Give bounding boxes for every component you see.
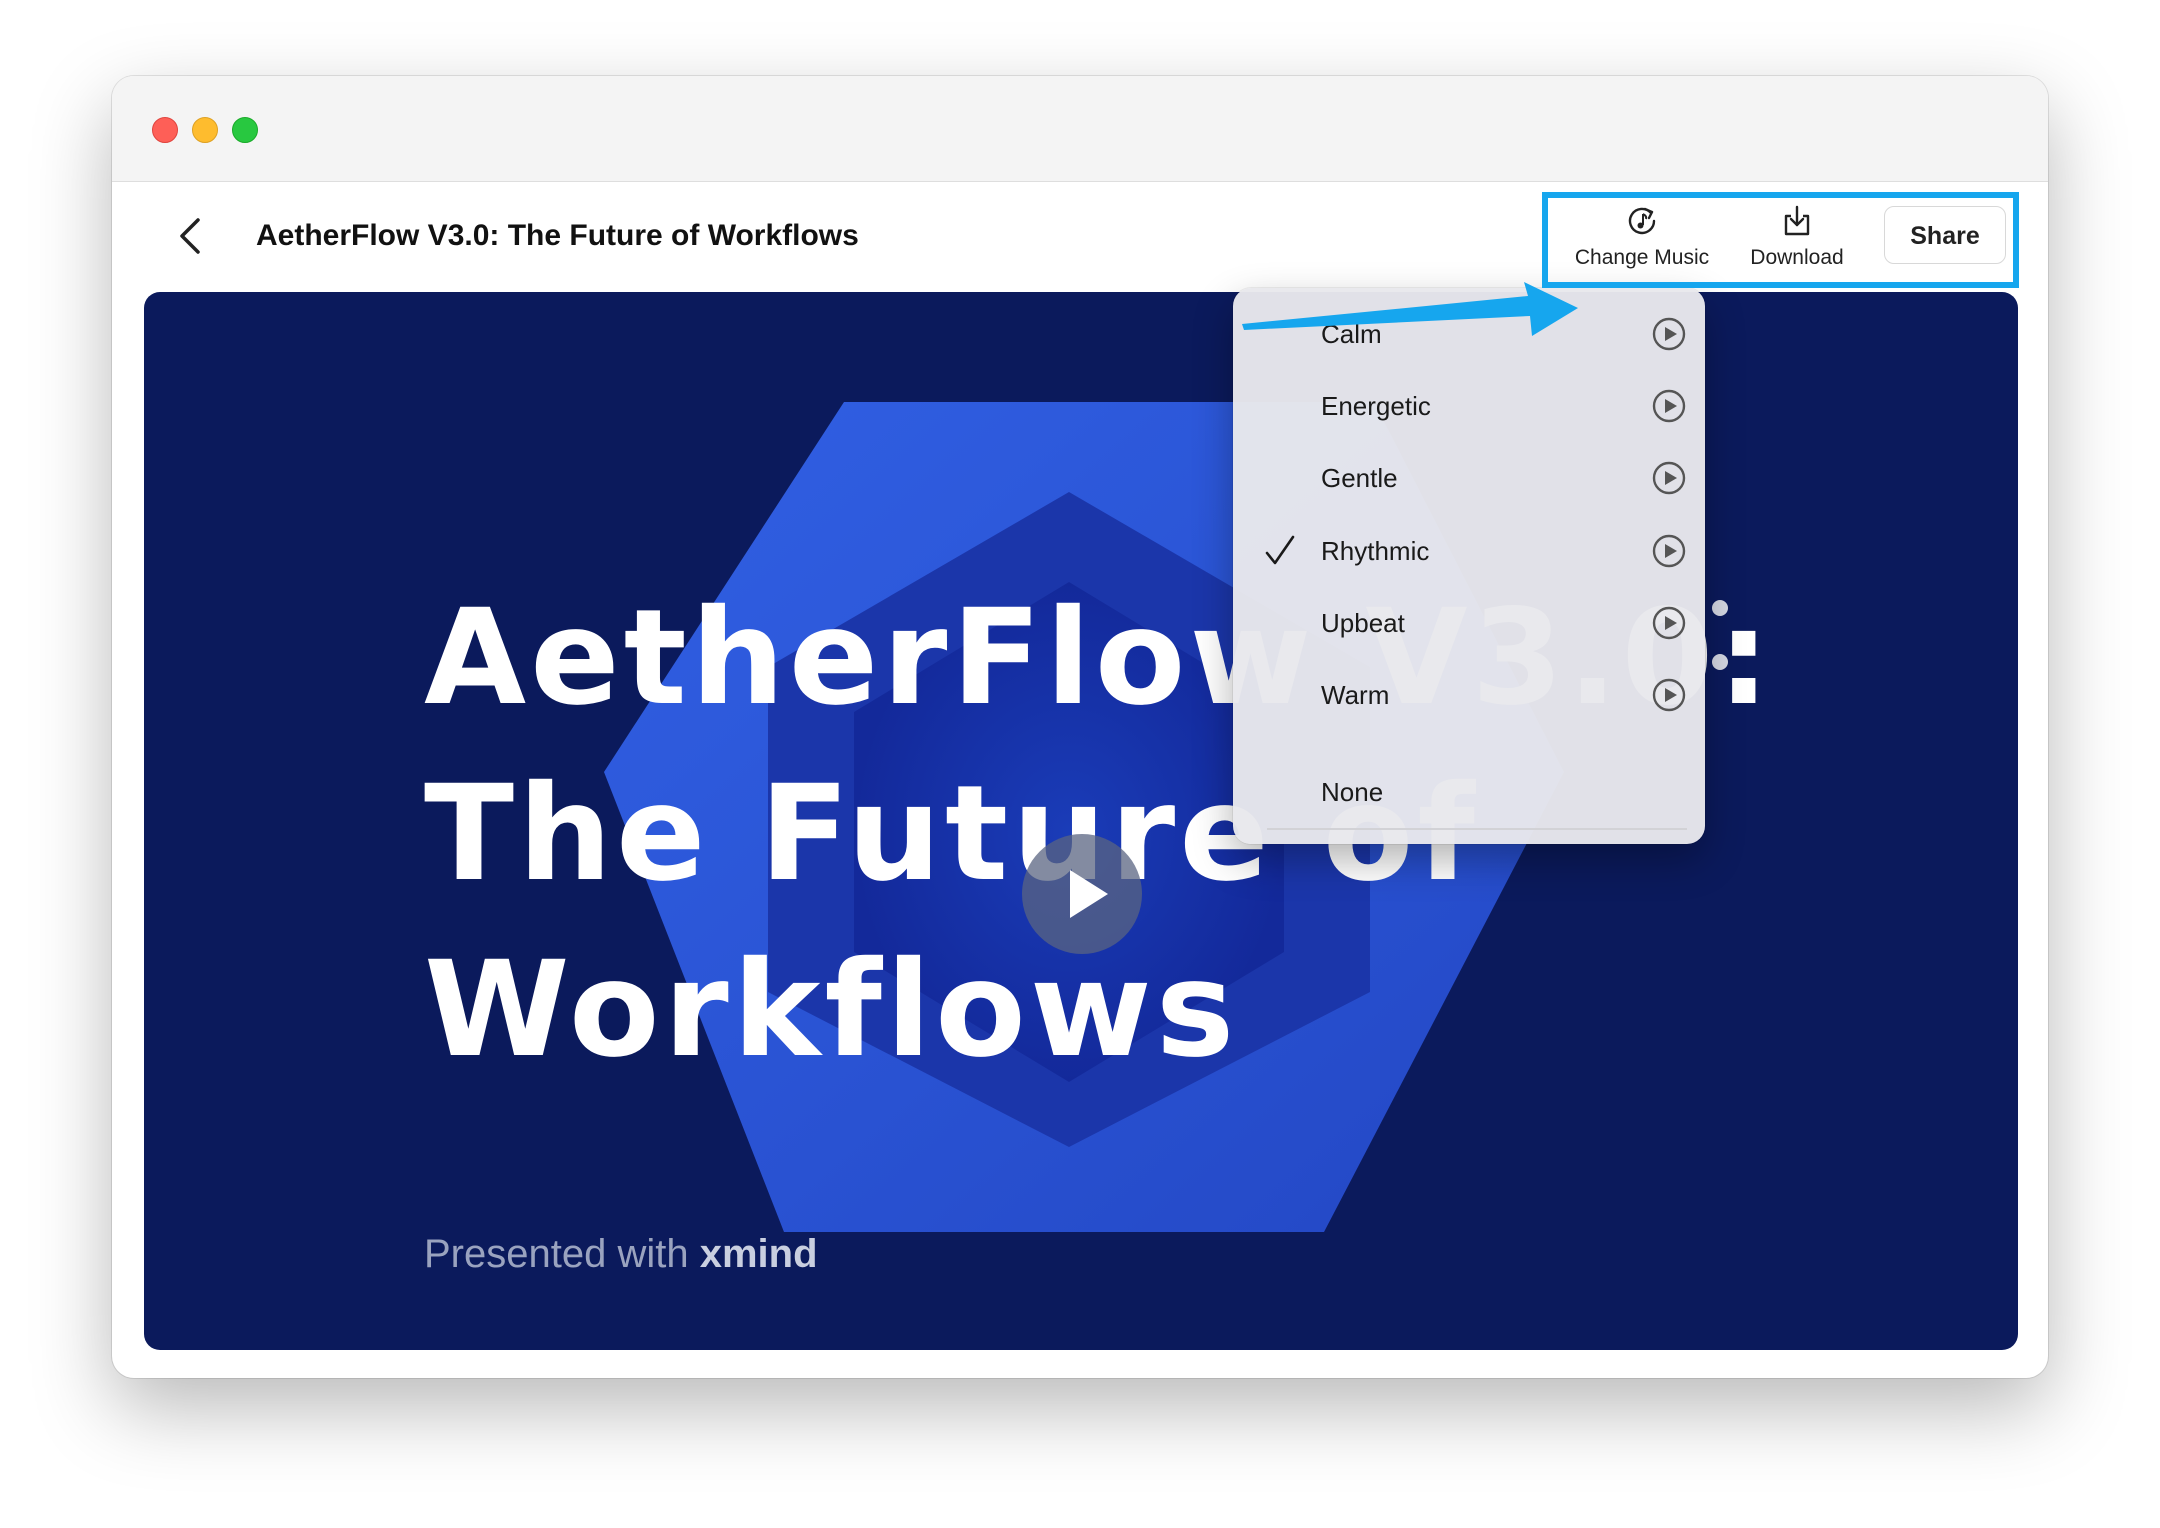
preview-play-icon[interactable] [1651, 388, 1687, 424]
music-option-label: None [1321, 777, 1384, 807]
music-option-label: Rhythmic [1321, 536, 1430, 566]
music-option-label: Energetic [1321, 391, 1431, 421]
hero-title-line3: Workflows [424, 933, 1239, 1087]
presented-prefix: Presented with [424, 1232, 689, 1276]
music-option-label: Upbeat [1321, 608, 1405, 638]
page-title: AetherFlow V3.0: The Future of Workflows [256, 219, 859, 252]
music-option-label: Warm [1321, 680, 1390, 710]
music-option-warm[interactable]: Warm [1233, 659, 1705, 731]
close-window-button[interactable] [152, 117, 178, 143]
music-option-upbeat[interactable]: Upbeat [1233, 587, 1705, 659]
minimize-window-button[interactable] [192, 117, 218, 143]
preview-play-icon[interactable] [1651, 605, 1687, 641]
brand-name: xmind [699, 1232, 818, 1276]
music-option-label: Gentle [1321, 463, 1398, 493]
decorative-dots [1712, 600, 1728, 708]
app-window: AetherFlow V3.0: The Future of Workflows… [112, 76, 2048, 1378]
music-option-none[interactable]: None [1233, 756, 1705, 828]
play-presentation-button[interactable] [1022, 834, 1142, 954]
back-arrow-icon[interactable] [172, 214, 208, 258]
play-icon [1070, 870, 1108, 918]
checkmark-icon [1265, 535, 1295, 565]
zoom-window-button[interactable] [232, 117, 258, 143]
preview-play-icon[interactable] [1651, 460, 1687, 496]
music-dropdown-menu: Calm Energetic Gentle Rhythmic Upbeat Wa… [1233, 288, 1705, 844]
music-option-rhythmic[interactable]: Rhythmic [1233, 515, 1705, 587]
preview-play-icon[interactable] [1651, 533, 1687, 569]
annotation-arrow [1242, 282, 1578, 336]
presented-with-credit: Presented with xmind [424, 1232, 818, 1277]
music-option-energetic[interactable]: Energetic [1233, 370, 1705, 442]
menu-divider [1267, 828, 1687, 830]
music-option-gentle[interactable]: Gentle [1233, 442, 1705, 514]
presentation-preview: AetherFlow V3.0: The Future of Workflows… [144, 292, 2018, 1350]
preview-play-icon[interactable] [1651, 677, 1687, 713]
title-bar [112, 76, 2048, 182]
